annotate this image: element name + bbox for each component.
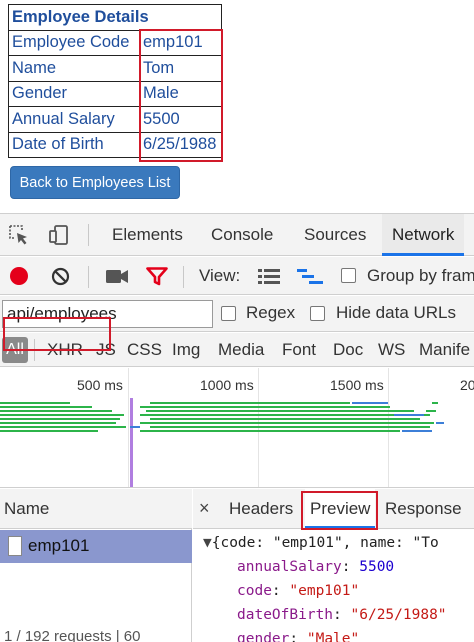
tab-sources[interactable]: Sources xyxy=(304,214,366,256)
type-filter-font[interactable]: Font xyxy=(282,340,316,360)
tab-console[interactable]: Console xyxy=(211,214,273,256)
devtools-tabbar: Elements Console Sources Network xyxy=(0,214,474,256)
devtools-panel: Elements Console Sources Network View: G… xyxy=(0,213,474,642)
tab-headers[interactable]: Headers xyxy=(229,489,293,529)
json-field: gender: "Male" xyxy=(237,627,359,642)
request-detail-panel: × Headers Preview Response ▼{code: "emp1… xyxy=(193,489,474,642)
request-summary-footer: 1 / 192 requests | 60 xyxy=(4,628,141,642)
regex-label: Regex xyxy=(246,303,296,322)
toolbar-divider xyxy=(183,266,184,288)
table-row: Annual Salary 5500 xyxy=(8,106,222,133)
row-value: 5500 xyxy=(139,106,222,133)
row-value: Male xyxy=(139,80,222,107)
type-filter-all[interactable]: All xyxy=(2,337,28,363)
table-title: Employee Details xyxy=(8,4,222,31)
employee-details-table: Employee Details Employee Code emp101 Na… xyxy=(8,4,222,158)
type-filter-img[interactable]: Img xyxy=(172,340,200,360)
type-divider xyxy=(34,339,35,361)
row-value: Tom xyxy=(139,55,222,82)
row-label: Date of Birth xyxy=(8,131,140,158)
json-key: code xyxy=(237,583,272,599)
json-value: "emp101" xyxy=(289,583,360,599)
type-filter-media[interactable]: Media xyxy=(218,340,264,360)
toolbar-divider xyxy=(88,224,89,246)
name-column-header[interactable]: Name xyxy=(0,489,192,529)
group-by-frame-checkbox[interactable] xyxy=(341,268,356,283)
request-name: emp101 xyxy=(28,536,90,555)
json-key: gender xyxy=(237,631,290,642)
json-value: "6/25/1988" xyxy=(350,607,447,623)
clear-icon[interactable] xyxy=(51,267,70,286)
record-icon[interactable] xyxy=(10,267,28,285)
json-value: 5500 xyxy=(359,559,395,575)
json-key: dateOfBirth xyxy=(237,607,334,623)
detail-tabbar: × Headers Preview Response xyxy=(193,489,474,529)
hide-data-urls-checkbox[interactable] xyxy=(310,306,325,321)
back-to-employees-button[interactable]: Back to Employees List xyxy=(10,166,180,199)
expand-triangle-icon[interactable]: ▼ xyxy=(203,535,212,551)
table-row: Date of Birth 6/25/1988 xyxy=(8,131,222,158)
waterfall-view-icon[interactable] xyxy=(297,269,323,284)
network-overview-timeline[interactable]: 500 ms 1000 ms 1500 ms 20 xyxy=(0,368,474,488)
row-label: Gender xyxy=(8,80,140,107)
toolbar-divider xyxy=(88,266,89,288)
network-filterbar: Regex Hide data URLs xyxy=(0,296,474,332)
tab-response[interactable]: Response xyxy=(385,489,462,529)
camera-icon[interactable] xyxy=(106,269,128,284)
request-name-panel: Name emp101 1 / 192 requests | 60 xyxy=(0,489,192,642)
device-toggle-icon[interactable] xyxy=(48,224,70,246)
json-field: code: "emp101" xyxy=(237,583,360,599)
filter-icon[interactable] xyxy=(146,267,168,286)
row-value: emp101 xyxy=(139,29,222,56)
table-row: Gender Male xyxy=(8,80,222,107)
table-row: Employee Code emp101 xyxy=(8,29,222,56)
table-row: Name Tom xyxy=(8,55,222,82)
regex-checkbox[interactable] xyxy=(221,306,236,321)
type-filter-xhr[interactable]: XHR xyxy=(47,340,83,360)
json-field: dateOfBirth: "6/25/1988" xyxy=(237,607,447,623)
json-key: annualSalary xyxy=(237,559,342,575)
row-value: 6/25/1988 xyxy=(139,131,222,158)
view-label: View: xyxy=(199,266,241,285)
group-by-frame-label: Group by fram xyxy=(367,266,474,285)
json-value: "Male" xyxy=(306,631,360,642)
type-filter-ws[interactable]: WS xyxy=(378,340,405,360)
json-field: annualSalary: 5500 xyxy=(237,559,395,575)
list-view-icon[interactable] xyxy=(258,269,280,284)
filter-input[interactable] xyxy=(2,300,213,328)
tab-network[interactable]: Network xyxy=(382,214,465,256)
row-label: Employee Code xyxy=(8,29,140,56)
timeline-bars xyxy=(0,398,444,487)
close-icon[interactable]: × xyxy=(199,498,210,519)
request-row-emp101[interactable]: emp101 xyxy=(0,530,192,563)
file-icon xyxy=(8,536,22,556)
json-preview: ▼{code: "emp101", name: "To annualSalary… xyxy=(193,530,474,642)
json-summary: {code: "emp101", name: "To xyxy=(211,535,439,551)
type-filter-doc[interactable]: Doc xyxy=(333,340,363,360)
json-summary-line[interactable]: ▼{code: "emp101", name: "To xyxy=(203,531,439,555)
type-filter-manifest[interactable]: Manife xyxy=(419,340,470,360)
hide-data-urls-label: Hide data URLs xyxy=(336,303,457,322)
network-toolbar: View: Group by fram xyxy=(0,257,474,295)
tab-preview[interactable]: Preview xyxy=(305,489,376,529)
row-label: Annual Salary xyxy=(8,106,140,133)
tab-elements[interactable]: Elements xyxy=(112,214,183,256)
type-filter-js[interactable]: JS xyxy=(96,340,116,360)
row-label: Name xyxy=(8,55,140,82)
resource-type-filter: All XHR JS CSS Img Media Font Doc WS Man… xyxy=(0,333,474,367)
inspect-cursor-icon[interactable] xyxy=(8,224,30,246)
type-filter-css[interactable]: CSS xyxy=(127,340,162,360)
